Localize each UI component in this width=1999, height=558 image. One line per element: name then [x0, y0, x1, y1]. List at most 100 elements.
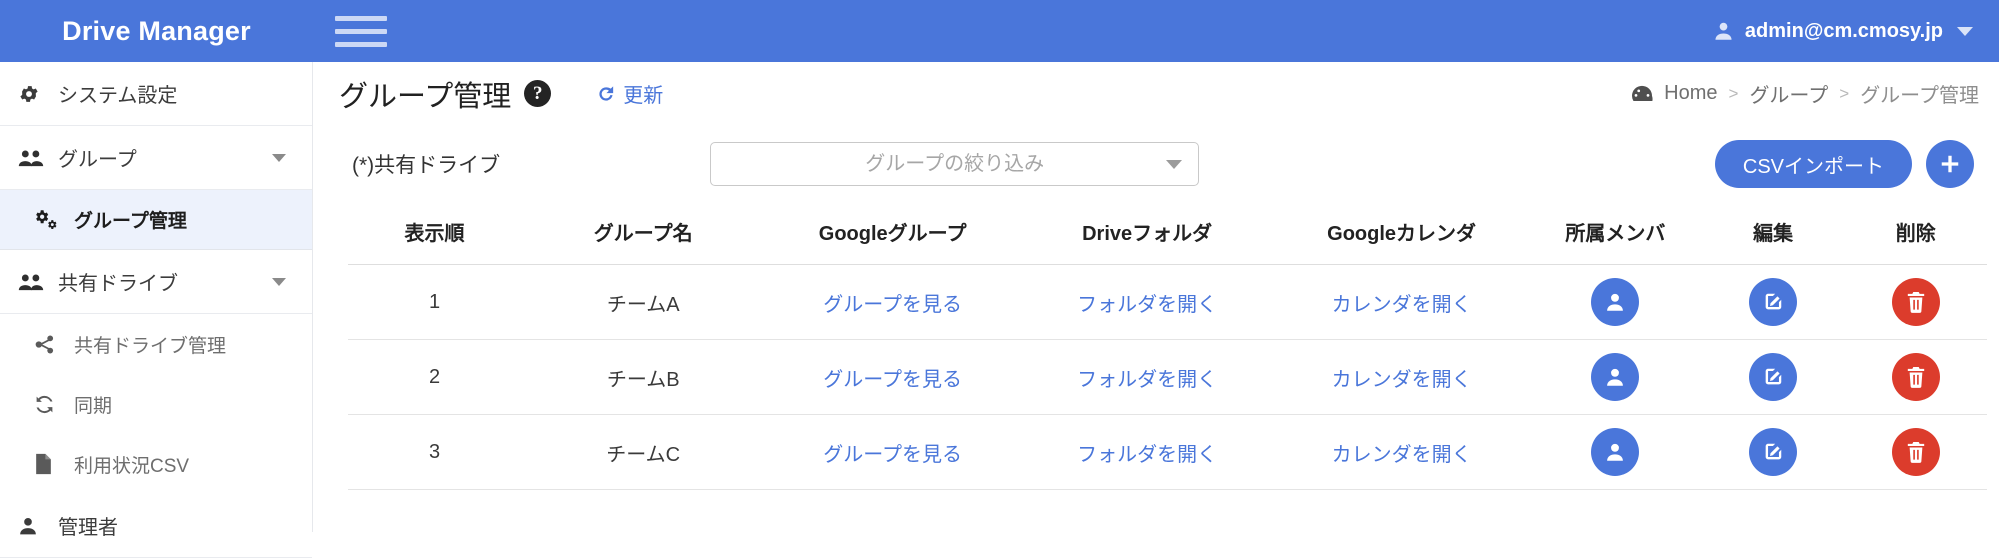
table-row: 3 チームC グループを見る フォルダを開く カレンダを開く [348, 414, 1987, 490]
edit-button[interactable] [1749, 278, 1798, 326]
user-icon [1607, 293, 1624, 311]
csv-import-button[interactable]: CSVインポート [1714, 140, 1912, 188]
cell-delete [1844, 339, 1987, 415]
sidebar-item-groups[interactable]: グループ [0, 126, 312, 190]
sidebar-item-label: 利用状況CSV [74, 455, 190, 477]
cell-order: 2 [348, 339, 522, 415]
cell-drive-folder: フォルダを開く [1019, 414, 1275, 490]
account-email: admin@cm.cmosy.jp [1744, 19, 1943, 42]
cell-drive-folder: フォルダを開く [1019, 264, 1275, 340]
cell-name: チームA [521, 264, 766, 340]
cell-name: チームC [521, 414, 766, 490]
trash-icon [1907, 442, 1924, 463]
column-header-gcal: Googleカレンダ [1274, 203, 1529, 265]
account-menu[interactable]: admin@cm.cmosy.jp [1713, 19, 1973, 43]
chevron-down-icon [272, 277, 286, 286]
cell-google-calendar: カレンダを開く [1274, 264, 1529, 340]
sidebar: システム設定 グループ グループ管理 共有ドライブ 共有ドライブ管理 同期 利用… [0, 62, 313, 558]
sidebar-item-label: 同期 [74, 395, 113, 417]
cell-google-group: グループを見る [765, 339, 1020, 415]
tachometer-icon [1632, 85, 1653, 101]
hamburger-bar [335, 15, 387, 21]
open-calendar-link[interactable]: カレンダを開く [1332, 294, 1472, 316]
cell-order: 3 [348, 414, 522, 490]
hamburger-bar [335, 28, 387, 34]
plus-icon [1941, 155, 1959, 173]
members-button[interactable] [1591, 278, 1640, 326]
user-icon [18, 515, 52, 537]
column-header-delete: 削除 [1844, 203, 1987, 265]
view-group-link[interactable]: グループを見る [823, 444, 962, 466]
edit-button[interactable] [1749, 353, 1798, 401]
sidebar-item-label: 共有ドライブ [58, 273, 178, 295]
cell-google-calendar: カレンダを開く [1274, 414, 1529, 490]
open-calendar-link[interactable]: カレンダを開く [1332, 444, 1472, 466]
cell-delete [1844, 264, 1987, 340]
cell-members [1528, 414, 1702, 490]
cogs-icon [34, 209, 68, 230]
hamburger-icon[interactable] [335, 11, 387, 51]
groups-table: 表示順 グループ名 Googleグループ Driveフォルダ Googleカレン… [348, 203, 1987, 490]
gear-icon [18, 83, 52, 105]
sidebar-item-label: 共有ドライブ管理 [74, 335, 227, 357]
breadcrumb-item-home[interactable]: Home [1664, 82, 1717, 105]
table-header-row: 表示順 グループ名 Googleグループ Driveフォルダ Googleカレン… [348, 203, 1987, 265]
breadcrumb-separator: > [1839, 83, 1850, 103]
app-brand-title: Drive Manager [62, 15, 251, 46]
group-filter: グループの絞り込み [710, 142, 1200, 186]
edit-square-icon [1765, 293, 1782, 310]
toolbar-actions: CSVインポート [1714, 140, 1974, 188]
user-icon [1715, 22, 1732, 40]
delete-button[interactable] [1891, 428, 1940, 476]
add-group-button[interactable] [1926, 140, 1974, 188]
sidebar-item-label: グループ [58, 149, 137, 171]
user-icon [1607, 443, 1624, 461]
open-folder-link[interactable]: フォルダを開く [1077, 444, 1217, 466]
main-content: グループ管理 ? 更新 Home > グループ > グループ管理 (*)共有ドラ… [314, 62, 1999, 532]
cell-order: 1 [348, 264, 522, 340]
sidebar-item-shared-drive[interactable]: 共有ドライブ [0, 250, 312, 314]
column-header-gdrive: Driveフォルダ [1019, 203, 1275, 265]
cell-google-group: グループを見る [765, 264, 1020, 340]
open-folder-link[interactable]: フォルダを開く [1077, 369, 1217, 391]
sidebar-item-usage-csv[interactable]: 利用状況CSV [0, 434, 312, 494]
open-folder-link[interactable]: フォルダを開く [1077, 294, 1217, 316]
cell-edit [1701, 264, 1845, 340]
sidebar-item-administrator[interactable]: 管理者 [0, 494, 312, 558]
trash-icon [1907, 292, 1924, 313]
cell-delete [1844, 414, 1987, 490]
sidebar-item-group-management[interactable]: グループ管理 [0, 190, 312, 250]
page-header: グループ管理 ? 更新 Home > グループ > グループ管理 [314, 62, 1999, 125]
edit-button[interactable] [1749, 428, 1798, 476]
open-calendar-link[interactable]: カレンダを開く [1332, 369, 1472, 391]
delete-button[interactable] [1891, 353, 1940, 401]
chevron-down-icon [1957, 26, 1973, 36]
table-row: 1 チームA グループを見る フォルダを開く カレンダを開く [348, 264, 1987, 340]
members-button[interactable] [1591, 353, 1640, 401]
user-icon [1607, 368, 1624, 386]
refresh-button[interactable]: 更新 [595, 79, 663, 108]
group-filter-select[interactable]: グループの絞り込み [710, 142, 1200, 186]
refresh-icon [599, 85, 614, 101]
column-header-ggroup: Googleグループ [765, 203, 1020, 265]
breadcrumb-item-groups[interactable]: グループ [1749, 79, 1828, 108]
members-button[interactable] [1591, 428, 1640, 476]
question-mark-icon[interactable]: ? [524, 80, 552, 107]
delete-button[interactable] [1891, 278, 1940, 326]
table-row: 2 チームB グループを見る フォルダを開く カレンダを開く [348, 339, 1987, 415]
refresh-label: 更新 [623, 85, 664, 107]
sidebar-item-label: システム設定 [58, 85, 178, 107]
sidebar-item-shared-drive-management[interactable]: 共有ドライブ管理 [0, 314, 312, 374]
breadcrumb-separator: > [1728, 83, 1739, 103]
cell-drive-folder: フォルダを開く [1019, 339, 1275, 415]
view-group-link[interactable]: グループを見る [823, 369, 962, 391]
cell-name: チームB [521, 339, 766, 415]
sidebar-item-sync[interactable]: 同期 [0, 374, 312, 434]
cell-edit [1701, 414, 1845, 490]
top-navbar: Drive Manager admin@cm.cmosy.jp [0, 0, 1999, 62]
page-title: グループ管理 [339, 80, 512, 113]
column-header-members: 所属メンバ [1528, 203, 1702, 265]
column-header-edit: 編集 [1701, 203, 1845, 265]
sidebar-item-system-settings[interactable]: システム設定 [0, 62, 312, 126]
view-group-link[interactable]: グループを見る [823, 294, 962, 316]
